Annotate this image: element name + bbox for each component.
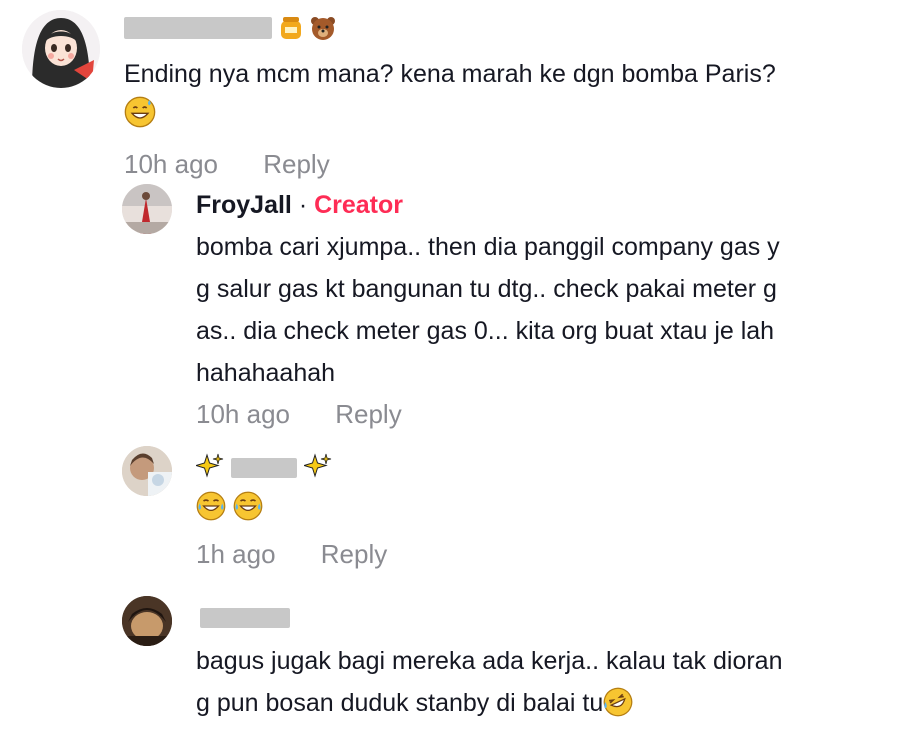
tears-of-joy-icon	[196, 491, 226, 534]
comment-meta: 1h ago Reply	[196, 534, 387, 574]
username[interactable]	[194, 450, 387, 484]
reply-button[interactable]: Reply	[335, 399, 401, 429]
timestamp: 10h ago	[124, 149, 218, 179]
username[interactable]	[196, 600, 782, 634]
avatar[interactable]	[122, 446, 172, 496]
comment-meta: 10h ago Reply	[196, 394, 780, 434]
sparkles-icon	[194, 453, 224, 490]
comment-text-line: hahahaahah	[196, 359, 336, 387]
comment-text-line: g salur gas kt bangunan tu dtg.. check p…	[196, 275, 777, 303]
comment-text	[196, 486, 387, 534]
grinning-sweat-icon	[124, 96, 156, 140]
avatar[interactable]	[122, 184, 172, 234]
username[interactable]: FroyJall · Creator	[196, 188, 780, 222]
comment-text-line: as.. dia check meter gas 0... kita org b…	[196, 317, 775, 345]
reply-button[interactable]: Reply	[263, 149, 329, 179]
redacted-username	[230, 458, 297, 479]
comment-text-line: Ending nya mcm mana? kena marah ke dgn b…	[124, 60, 776, 88]
tears-of-joy-icon	[233, 491, 263, 534]
avatar[interactable]	[22, 10, 100, 88]
redacted-username	[200, 608, 290, 629]
username[interactable]	[124, 10, 776, 44]
creator-badge: Creator	[314, 191, 404, 219]
timestamp: 1h ago	[196, 539, 276, 569]
username-text: FroyJall	[196, 191, 292, 219]
comment-text-line: bagus jugak bagi mereka ada kerja.. kala…	[196, 647, 783, 675]
comment-text: bagus jugak bagi mereka ada kerja.. kala…	[196, 640, 782, 730]
rolling-laughing-icon	[599, 683, 638, 730]
sparkles-icon	[302, 453, 332, 490]
honey-pot-icon	[279, 15, 303, 50]
profile-photo-icon	[122, 446, 172, 496]
avatar[interactable]	[122, 596, 172, 646]
bear-icon	[310, 15, 336, 50]
comment-meta: 10h ago Reply	[124, 144, 776, 184]
redacted-username	[124, 17, 272, 40]
comment-text-line: g pun bosan duduk stanby di balai tu	[196, 689, 604, 717]
comment-text-line: bomba cari xjumpa.. then dia panggil com…	[196, 233, 780, 261]
comment-text: Ending nya mcm mana? kena marah ke dgn b…	[124, 54, 776, 140]
profile-photo-icon	[122, 596, 172, 646]
profile-photo-icon	[122, 184, 172, 234]
hijab-girl-avatar-icon	[22, 10, 100, 88]
timestamp: 10h ago	[196, 399, 290, 429]
comment-text: bomba cari xjumpa.. then dia panggil com…	[196, 226, 780, 394]
separator: ·	[291, 191, 315, 219]
reply-button[interactable]: Reply	[321, 539, 387, 569]
